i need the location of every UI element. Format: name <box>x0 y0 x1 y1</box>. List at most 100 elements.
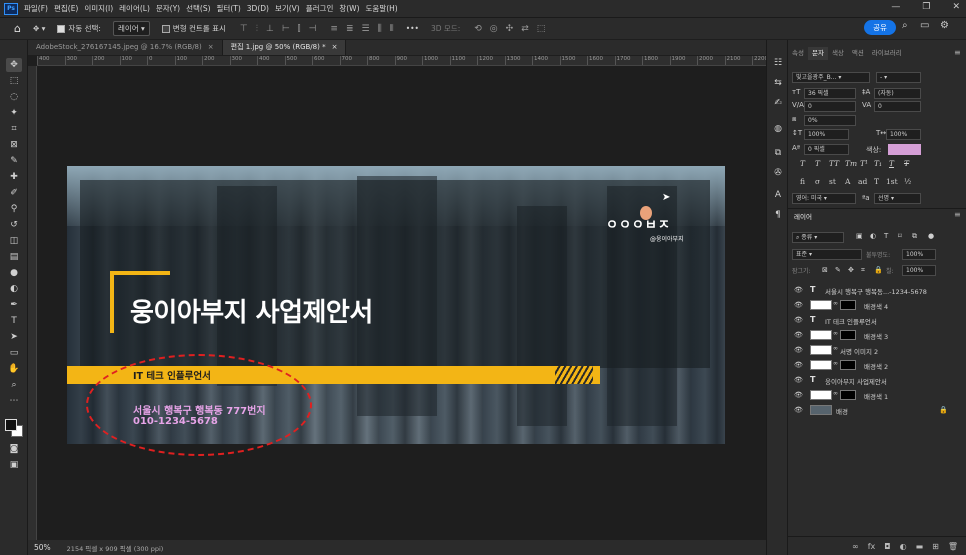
crop-tool-icon[interactable]: ⌗ <box>6 122 22 136</box>
leading-field[interactable]: (자동) <box>874 88 921 99</box>
layer-row[interactable]: 👁 T 웅이아부지 사업제안서 <box>788 373 950 388</box>
history-icon[interactable]: ☷ <box>772 58 784 68</box>
filter-pixel-icon[interactable]: ▣ <box>856 232 863 240</box>
tab-actions[interactable]: 액션 <box>848 47 868 60</box>
layer-row[interactable]: 👁 T 서울시 행복구 행복동...-1234-5678 <box>788 283 950 298</box>
menu-select[interactable]: 선택(S) <box>186 3 210 14</box>
layer-row[interactable]: 👁 배경 🔒 <box>788 403 950 418</box>
auto-select-checkbox[interactable]: 자동 선택: <box>57 23 101 34</box>
close-tab-icon[interactable]: × <box>332 43 338 51</box>
character-icon[interactable]: A <box>772 190 784 200</box>
tab-edit-1[interactable]: 편집 1.jpg @ 50% (RGB/8) * × <box>222 40 347 55</box>
align-top-icon[interactable]: ⊤ <box>240 24 248 34</box>
clone-stamp-tool-icon[interactable]: ⚲ <box>6 202 22 216</box>
menu-edit[interactable]: 편집(E) <box>54 3 78 14</box>
layers-tab[interactable]: 레이어 <box>794 211 812 221</box>
panel-menu-icon[interactable]: ≡ <box>954 48 961 57</box>
filter-adjustment-icon[interactable]: ◐ <box>870 232 876 240</box>
distribute-bottom-icon[interactable]: ☰ <box>362 24 370 34</box>
type-tool-icon[interactable]: T <box>6 314 22 328</box>
menu-file[interactable]: 파일(F) <box>24 3 48 14</box>
lock-pixels-icon[interactable]: ✎ <box>835 266 841 274</box>
menu-plugins[interactable]: 플러그인 <box>306 3 334 14</box>
discretionary-ligatures-button[interactable]: st <box>829 177 836 186</box>
lock-all-icon[interactable]: 🔒 <box>874 266 883 274</box>
more-options-button[interactable]: ••• <box>406 24 419 33</box>
brush-settings-icon[interactable]: ✍ <box>772 98 784 108</box>
share-button[interactable]: 공유 <box>864 20 896 35</box>
more-tools-icon[interactable]: ⋯ <box>6 394 22 408</box>
new-group-icon[interactable]: ▬ <box>916 542 924 551</box>
3d-rotate-icon[interactable]: ⟲ <box>474 24 482 34</box>
foreground-color-swatch[interactable] <box>5 419 17 431</box>
shape-tool-icon[interactable]: ▭ <box>6 346 22 360</box>
add-mask-icon[interactable]: ◘ <box>884 542 890 551</box>
adjustment-layer-icon[interactable]: ◐ <box>900 542 907 551</box>
tab-stock-image[interactable]: AdobeStock_276167145.jpeg @ 16.7% (RGB/8… <box>28 40 223 55</box>
vertical-scale-field[interactable]: 100% <box>804 129 849 140</box>
visibility-eye-icon[interactable]: 👁 <box>794 301 803 309</box>
old-style-button[interactable]: σ <box>815 177 820 186</box>
faux-italic-button[interactable]: T <box>815 159 820 168</box>
menu-layer[interactable]: 레이어(L) <box>119 3 150 14</box>
layers-menu-icon[interactable]: ≡ <box>954 210 961 219</box>
filter-smart-object-icon[interactable]: ⧉ <box>912 232 917 241</box>
healing-brush-tool-icon[interactable]: ✚ <box>6 170 22 184</box>
blur-tool-icon[interactable]: ● <box>6 266 22 280</box>
swash-button[interactable]: A <box>845 177 850 186</box>
hand-tool-icon[interactable]: ✋ <box>6 362 22 376</box>
move-tool-icon[interactable]: ✥ <box>6 58 22 72</box>
auto-select-dropdown[interactable]: 레이어 ▾ <box>112 21 150 36</box>
quick-mask-icon[interactable]: ◙ <box>6 442 22 456</box>
menu-help[interactable]: 도움말(H) <box>366 3 398 14</box>
marquee-tool-icon[interactable]: ⬚ <box>6 74 22 88</box>
lock-position-icon[interactable]: ✥ <box>848 266 854 274</box>
3d-roll-icon[interactable]: ◎ <box>490 24 498 34</box>
layer-row[interactable]: 👁 ∞ 배경색 2 <box>788 358 950 373</box>
visibility-eye-icon[interactable]: 👁 <box>794 286 803 294</box>
filter-shape-icon[interactable]: ⌑ <box>898 232 902 240</box>
workspace-icon[interactable]: ▭ <box>920 20 929 31</box>
lasso-tool-icon[interactable]: ◌ <box>6 90 22 104</box>
dodge-tool-icon[interactable]: ◐ <box>6 282 22 296</box>
document-info[interactable]: 2154 픽셀 x 909 픽셀 (300 ppi) <box>67 543 164 553</box>
antialias-select[interactable]: 선명 ▾ <box>874 193 921 204</box>
align-hcenter-icon[interactable]: ⫿ <box>298 24 301 34</box>
layer-style-icon[interactable]: fx <box>868 542 876 551</box>
font-size-field[interactable]: 36 픽셀 <box>804 88 856 99</box>
layer-row[interactable]: 👁 ∞ 배경색 3 <box>788 328 950 343</box>
checkbox-unchecked-icon[interactable] <box>161 25 170 33</box>
move-tool-icon[interactable]: ✥ ▾ <box>33 24 45 33</box>
menu-filter[interactable]: 필터(T) <box>217 3 241 14</box>
text-color-swatch[interactable] <box>888 144 921 155</box>
brush-tool-icon[interactable]: ✐ <box>6 186 22 200</box>
layer-row[interactable]: 👁 ∞ 배경색 1 <box>788 388 950 403</box>
menu-window[interactable]: 창(W) <box>339 3 359 14</box>
zoom-level[interactable]: 50% <box>34 543 51 552</box>
visibility-eye-icon[interactable]: 👁 <box>794 316 803 324</box>
3d-scale-icon[interactable]: ⬚ <box>537 24 546 34</box>
frame-tool-icon[interactable]: ⊠ <box>6 138 22 152</box>
search-icon[interactable]: ⌕ <box>902 20 908 31</box>
zoom-tool-icon[interactable]: ⌕ <box>6 378 22 392</box>
tab-libraries[interactable]: 라이브러리 <box>868 47 906 60</box>
all-caps-button[interactable]: TT <box>829 159 839 168</box>
pen-tool-icon[interactable]: ✒ <box>6 298 22 312</box>
visibility-eye-icon[interactable]: 👁 <box>794 361 803 369</box>
screen-mode-icon[interactable]: ▣ <box>6 458 22 472</box>
channels-icon[interactable]: ⧉ <box>772 148 784 158</box>
settings-icon[interactable]: ⚙ <box>940 20 949 31</box>
distribute-top-icon[interactable]: ≡ <box>330 24 338 34</box>
filter-toggle-icon[interactable]: ● <box>928 232 934 240</box>
language-select[interactable]: 영어: 미국 ▾ <box>792 193 856 204</box>
checkbox-checked-icon[interactable] <box>57 25 66 33</box>
ordinals-button[interactable]: 1st <box>886 177 898 186</box>
maximize-button[interactable]: ❐ <box>922 2 930 12</box>
libraries-icon[interactable]: ◍ <box>772 124 784 134</box>
kerning-field[interactable]: 0 <box>804 101 856 112</box>
menu-image[interactable]: 이미지(I) <box>84 3 113 14</box>
blend-mode-select[interactable]: 표준 ▾ <box>792 249 862 260</box>
distribute-left-icon[interactable]: ⫼ <box>378 24 382 34</box>
link-layers-icon[interactable]: ∞ <box>852 542 859 551</box>
baseline-field[interactable]: 0 픽셀 <box>804 144 849 155</box>
